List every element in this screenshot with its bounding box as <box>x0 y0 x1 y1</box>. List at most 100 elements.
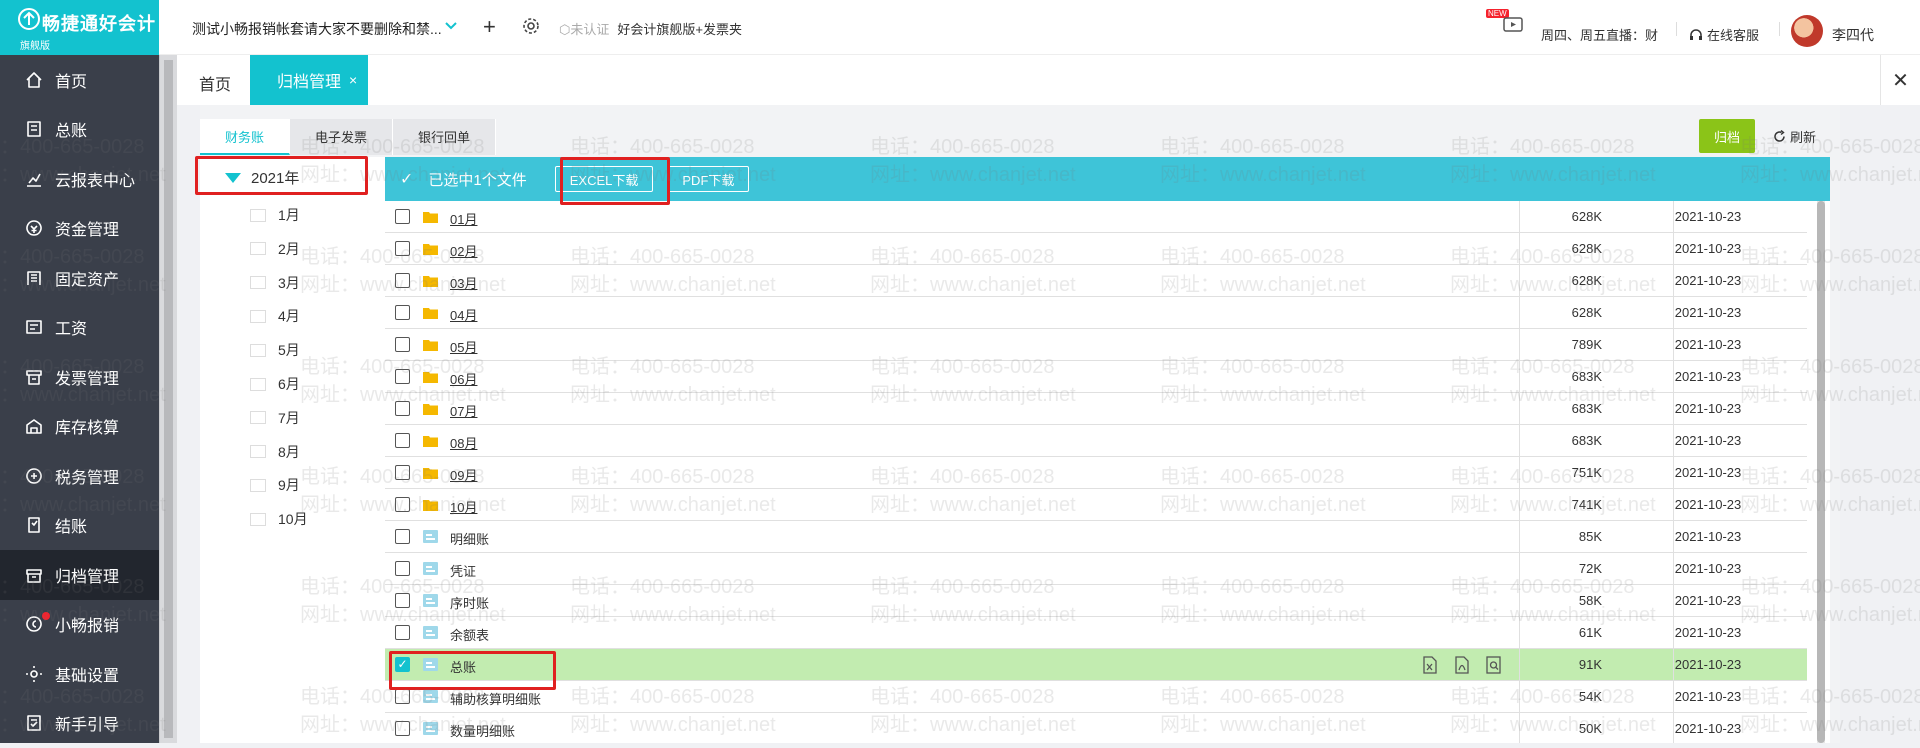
table-row[interactable]: 10月741K2021-10-23 <box>385 489 1807 521</box>
sidebar-item-warehouse[interactable]: 库存核算 <box>0 402 159 452</box>
table-row[interactable]: 序时账58K2021-10-23 <box>385 585 1807 617</box>
select-all-check[interactable]: ✓ <box>400 169 413 189</box>
row-checkbox[interactable] <box>395 241 410 256</box>
tree-month[interactable]: 2月 <box>250 239 300 259</box>
tree-month[interactable]: 3月 <box>250 273 300 293</box>
online-service-button[interactable]: 在线客服 <box>1689 25 1759 44</box>
file-name[interactable]: 02月 <box>450 241 477 260</box>
row-checkbox[interactable] <box>395 273 410 288</box>
row-checkbox[interactable] <box>395 369 410 384</box>
sidebar-item-ledger[interactable]: 总账 <box>0 105 159 155</box>
add-account-button[interactable]: + <box>483 14 496 40</box>
table-row[interactable]: 数量明细账50K2021-10-23 <box>385 713 1807 743</box>
row-checkbox[interactable] <box>395 337 410 352</box>
account-selector[interactable]: 测试小畅报销帐套请大家不要删除和禁... <box>192 19 442 39</box>
table-row[interactable]: 08月683K2021-10-23 <box>385 425 1807 457</box>
sidebar-item-home[interactable]: 首页 <box>0 55 159 105</box>
row-checkbox[interactable] <box>395 433 410 448</box>
file-name[interactable]: 09月 <box>450 465 477 484</box>
tree-month[interactable]: 5月 <box>250 340 300 360</box>
subtab-e-invoice[interactable]: 电子发票 <box>290 119 393 155</box>
file-name[interactable]: 08月 <box>450 433 477 452</box>
file-name[interactable]: 04月 <box>450 305 477 324</box>
tab-home[interactable]: 首页 <box>199 71 231 95</box>
table-row[interactable]: 辅助核算明细账54K2021-10-23 <box>385 681 1807 713</box>
sidebar-item-chart[interactable]: 云报表中心 <box>0 154 159 204</box>
row-checkbox[interactable] <box>395 497 410 512</box>
row-checkbox[interactable]: ✓ <box>395 657 410 672</box>
row-checkbox[interactable] <box>395 465 410 480</box>
tree-month[interactable]: 9月 <box>250 475 300 495</box>
file-name[interactable]: 07月 <box>450 401 477 420</box>
sidebar-item-invoice[interactable]: 发票管理 <box>0 352 159 402</box>
row-checkbox[interactable] <box>395 529 410 544</box>
scrollbar-thumb[interactable] <box>1817 201 1825 743</box>
table-row[interactable]: 凭证72K2021-10-23 <box>385 553 1807 585</box>
tv-icon[interactable] <box>1503 15 1523 33</box>
sidebar-item-settings[interactable]: 基础设置 <box>0 649 159 699</box>
gear-icon[interactable] <box>522 17 540 35</box>
tree-month[interactable]: 10月 <box>250 509 308 529</box>
table-row[interactable]: 03月628K2021-10-23 <box>385 265 1807 297</box>
row-checkbox[interactable] <box>395 689 410 704</box>
sidebar-item-tax[interactable]: 税务管理 <box>0 451 159 501</box>
tree-month[interactable]: 7月 <box>250 408 300 428</box>
row-checkbox[interactable] <box>395 561 410 576</box>
close-tab-button[interactable]: × <box>349 72 357 88</box>
sidebar-item-reimburse[interactable]: 小畅报销 <box>0 600 159 650</box>
table-row[interactable]: 02月628K2021-10-23 <box>385 233 1807 265</box>
table-row[interactable]: 01月628K2021-10-23 <box>385 201 1807 233</box>
cert-status[interactable]: ⬡未认证好会计旗舰版+发票夹 <box>559 19 742 38</box>
chevron-down-icon[interactable] <box>443 18 459 34</box>
tree-month[interactable]: 1月 <box>250 205 300 225</box>
archive-button[interactable]: 归档 <box>1699 119 1755 153</box>
sidebar-item-money[interactable]: 资金管理 <box>0 204 159 254</box>
table-row[interactable]: 07月683K2021-10-23 <box>385 393 1807 425</box>
sidebar-item-guide[interactable]: 新手引导 <box>0 699 159 748</box>
avatar[interactable] <box>1791 15 1823 47</box>
subtab-ledger[interactable]: 财务账 <box>200 119 290 155</box>
preview-icon[interactable] <box>1484 655 1504 675</box>
table-row[interactable]: 04月628K2021-10-23 <box>385 297 1807 329</box>
row-checkbox[interactable] <box>395 305 410 320</box>
app-logo[interactable]: 畅捷通好会计 旗舰版 <box>0 0 159 55</box>
file-name[interactable]: 06月 <box>450 369 477 388</box>
sidebar-item-archive[interactable]: 归档管理 <box>0 550 159 600</box>
file-name[interactable]: 10月 <box>450 497 477 516</box>
table-row[interactable]: 09月751K2021-10-23 <box>385 457 1807 489</box>
row-checkbox[interactable] <box>395 593 410 608</box>
subtab-bank-receipt[interactable]: 银行回单 <box>393 119 496 155</box>
row-checkbox[interactable] <box>395 625 410 640</box>
table-row[interactable]: ✓总账91K2021-10-23 <box>385 649 1807 681</box>
table-row[interactable]: 06月683K2021-10-23 <box>385 361 1807 393</box>
refresh-button[interactable]: 刷新 <box>1773 127 1816 146</box>
tab-archive[interactable]: 归档管理 × <box>250 55 368 105</box>
row-checkbox[interactable] <box>395 721 410 736</box>
sidebar-item-salary[interactable]: 工资 <box>0 303 159 353</box>
tree-month[interactable]: 4月 <box>250 306 300 326</box>
tree-month[interactable]: 6月 <box>250 374 300 394</box>
caret-down-icon[interactable] <box>225 173 241 183</box>
sidebar-item-building[interactable]: 固定资产 <box>0 253 159 303</box>
sidebar-item-close-books[interactable]: 结账 <box>0 501 159 551</box>
user-name[interactable]: 李四代 <box>1832 25 1874 45</box>
table-scrollbar[interactable] <box>1817 201 1825 743</box>
scrollbar-thumb[interactable] <box>164 60 173 738</box>
row-checkbox[interactable] <box>395 401 410 416</box>
pdf-download-icon[interactable] <box>1452 655 1472 675</box>
live-schedule[interactable]: 周四、周五直播：财 <box>1541 25 1658 44</box>
pdf-download-button[interactable]: PDF下载 <box>667 166 749 192</box>
file-name[interactable]: 03月 <box>450 273 477 292</box>
table-row[interactable]: 明细账85K2021-10-23 <box>385 521 1807 553</box>
table-row[interactable]: 余额表61K2021-10-23 <box>385 617 1807 649</box>
file-name[interactable]: 01月 <box>450 209 477 228</box>
tree-month[interactable]: 8月 <box>250 442 300 462</box>
table-row[interactable]: 05月789K2021-10-23 <box>385 329 1807 361</box>
excel-download-button[interactable]: EXCEL下载 <box>555 166 654 192</box>
row-checkbox[interactable] <box>395 209 410 224</box>
sidebar-scrollbar[interactable] <box>159 55 177 743</box>
close-icon[interactable]: ✕ <box>1880 55 1920 105</box>
file-name[interactable]: 05月 <box>450 337 477 356</box>
tree-year-2021[interactable]: 2021年 <box>225 167 299 188</box>
excel-download-icon[interactable] <box>1420 655 1440 675</box>
